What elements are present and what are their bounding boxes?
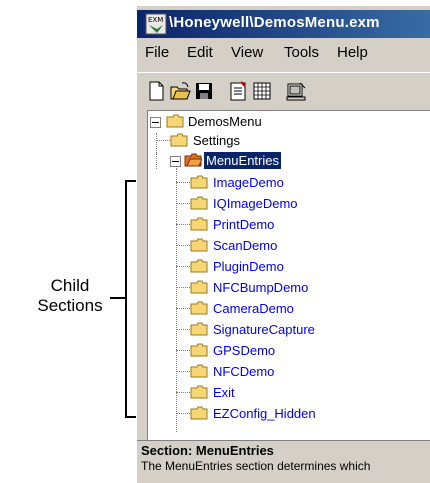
tree-line [176,371,190,373]
tree-label-child: CameraDemo [213,301,294,316]
properties-icon[interactable] [227,80,249,102]
open-icon[interactable] [169,80,191,102]
folder-icon [190,217,208,231]
folder-icon [190,196,208,210]
tree-label-child: NFCBumpDemo [213,280,309,295]
tree-label-child: Exit [213,385,235,400]
tree-line [176,329,190,331]
export-icon[interactable] [285,80,307,102]
svg-text:EXM: EXM [148,16,163,24]
section-tree: DemosMenu Settings MenuEntries ImageDemo… [147,110,430,441]
save-icon[interactable] [193,80,215,102]
tree-line [176,413,190,415]
tree-line [176,350,190,352]
menu-file[interactable]: File [145,44,169,61]
folder-icon [170,133,188,147]
collapse-toggle-icon[interactable] [170,156,181,167]
tree-label-child: EZConfig_Hidden [213,406,316,421]
description-text: The MenuEntries section determines which [141,459,371,473]
tree-label-child: PluginDemo [213,259,284,274]
tree-line [176,182,190,184]
tree-label-child: SignatureCapture [213,322,315,337]
new-icon[interactable] [145,80,167,102]
tree-label-root: DemosMenu [188,114,262,129]
toolbar [137,72,430,107]
tree-line [156,133,158,153]
menu-tools[interactable]: Tools [284,44,319,61]
folder-icon [190,175,208,189]
tree-line [156,153,158,169]
menu-edit[interactable]: Edit [187,44,213,61]
folder-icon [166,114,184,128]
title-bar[interactable]: EXM \Honeywell\DemosMenu.exm [137,10,430,38]
window-title: \Honeywell\DemosMenu.exm [169,14,380,31]
folder-icon [190,238,208,252]
tree-label-child: GPSDemo [213,343,276,358]
tree-label-menuentries: MenuEntries [204,152,281,169]
folder-icon [190,406,208,420]
menu-view[interactable]: View [231,44,263,61]
menu-bar: File Edit View Tools Help [137,40,430,64]
folder-icon [190,364,208,378]
folder-icon [190,301,208,315]
tree-line [176,392,190,394]
description-panel: Section: MenuEntries The MenuEntries sec… [137,440,430,483]
tree-line [156,140,170,142]
tree-line [176,245,190,247]
tree-label-child: NFCDemo [213,364,275,379]
tree-line [176,266,190,268]
annotation-line-1: Child [50,276,90,295]
open-folder-icon [184,153,202,167]
folder-icon [190,280,208,294]
tree-label-child: ImageDemo [213,175,284,190]
bracket-tick [110,297,126,299]
folder-icon [190,385,208,399]
tree-line [176,287,190,289]
tree-label-settings: Settings [193,133,240,148]
grid-icon[interactable] [251,80,273,102]
app-window: EXM \Honeywell\DemosMenu.exm File Edit V… [136,6,430,483]
description-title: Section: MenuEntries [141,443,274,458]
annotation-line-2: Sections [37,296,103,315]
folder-icon [190,259,208,273]
collapse-toggle-icon[interactable] [150,117,161,128]
exm-app-icon: EXM [145,13,167,35]
child-sections-annotation: Child Sections [20,276,120,316]
tree-line [176,224,190,226]
tree-label-child: PrintDemo [213,217,275,232]
tree-line [176,308,190,310]
tree-label-child: IQImageDemo [213,196,298,211]
folder-icon [190,322,208,336]
folder-icon [190,343,208,357]
bracket-vertical [125,180,127,418]
tree-line [176,203,190,205]
menu-help[interactable]: Help [337,44,368,61]
tree-label-child: ScanDemo [213,238,278,253]
